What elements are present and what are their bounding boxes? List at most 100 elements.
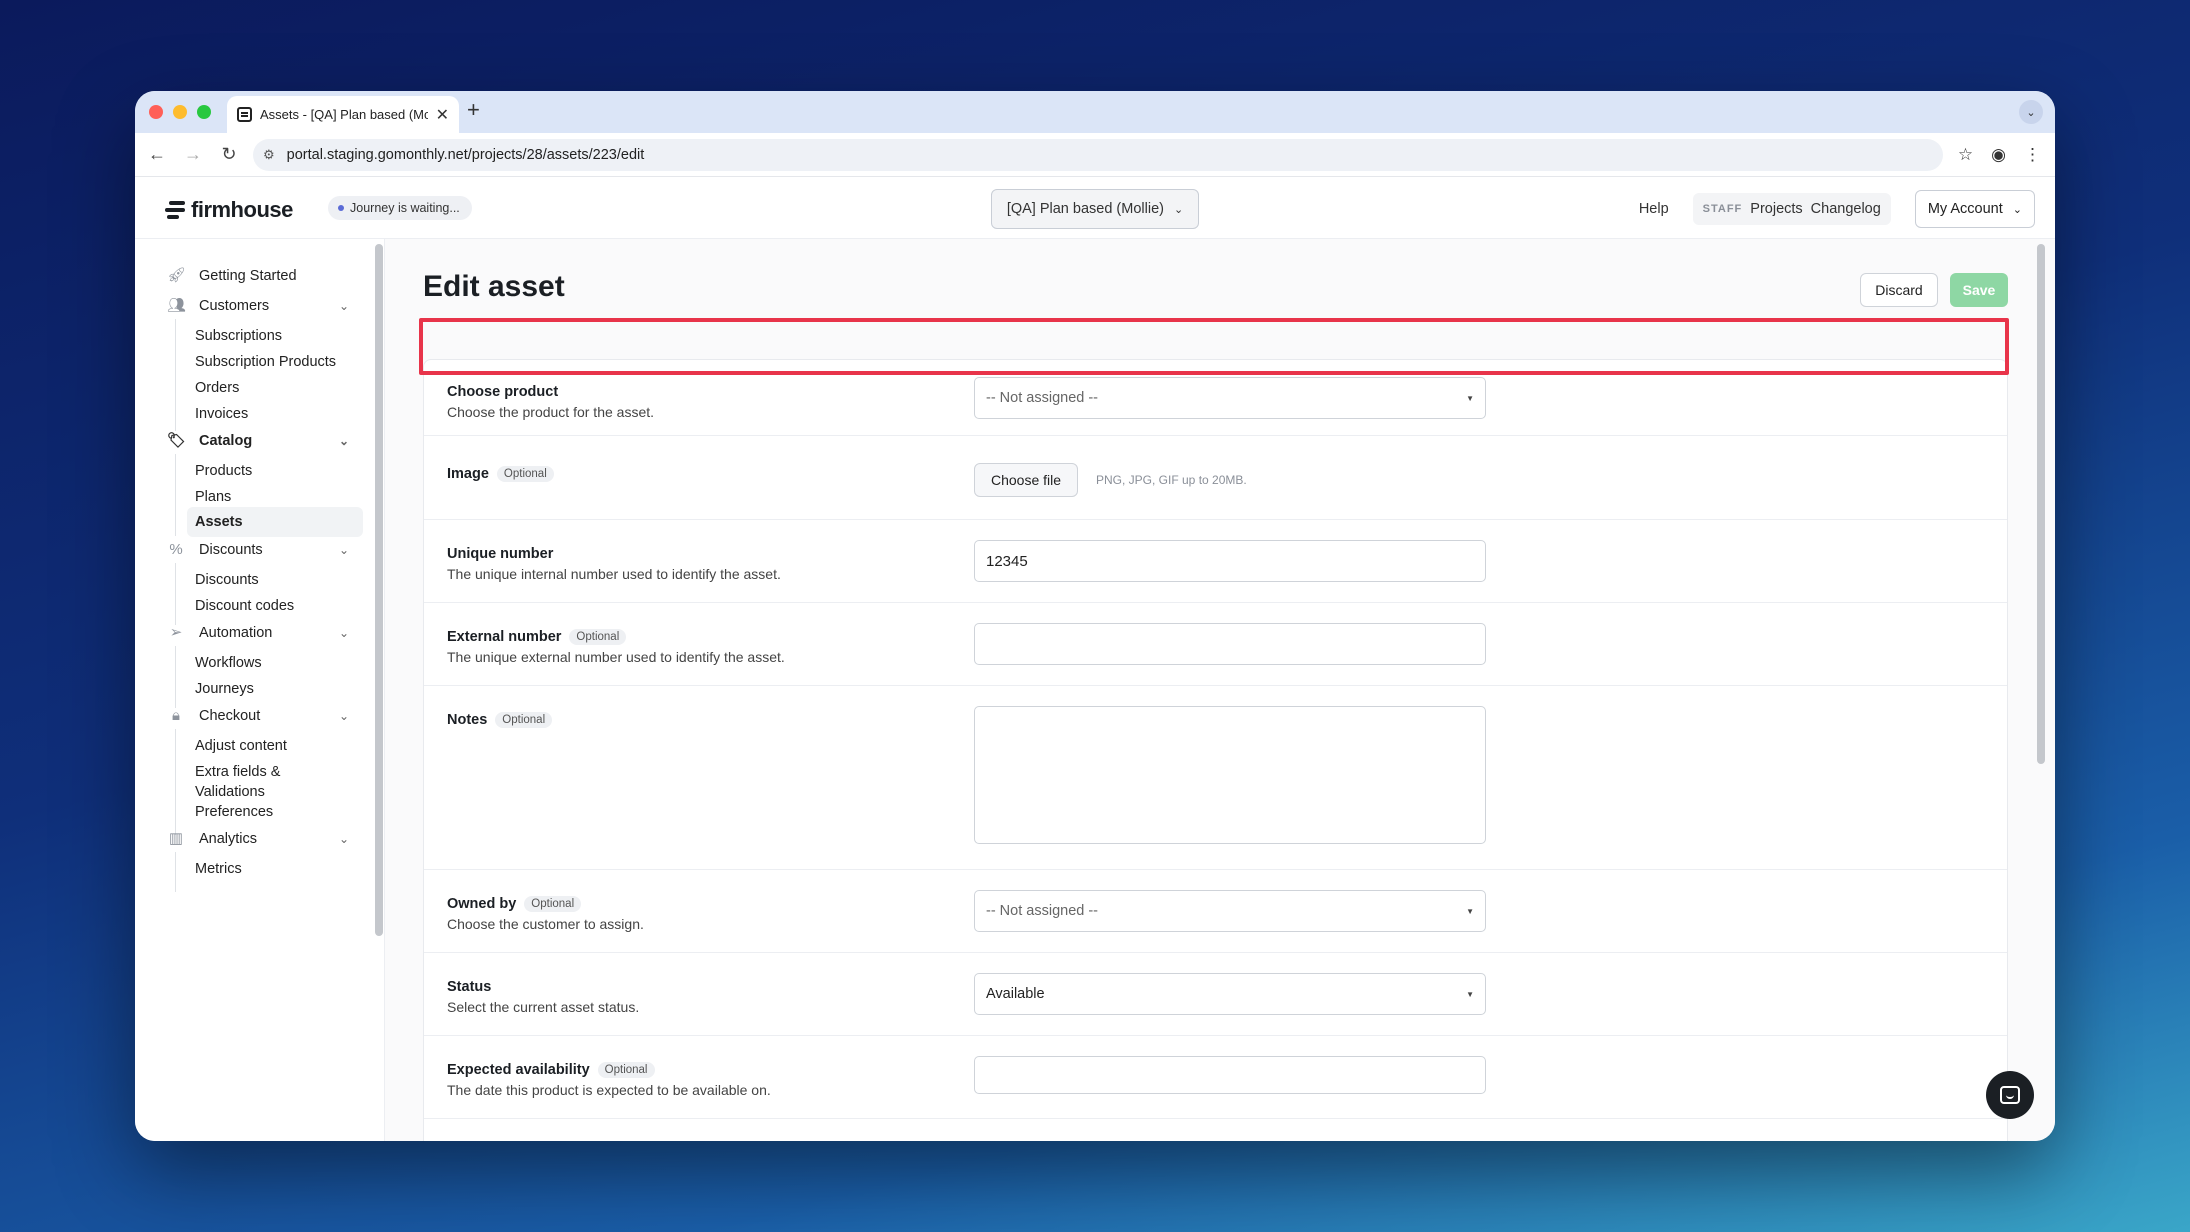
status-label: Status [447,979,492,995]
notes-textarea[interactable] [974,706,1486,844]
sidebar-item-analytics[interactable]: ▥ Analytics ⌄ [167,830,349,848]
sidebar-item-metrics[interactable]: Metrics [195,859,242,879]
firmhouse-logo[interactable]: firmhouse [165,197,293,223]
select-arrow-icon: ▼ [1466,989,1474,999]
sidebar-item-subscriptions[interactable]: Subscriptions [195,326,282,346]
users-icon: 👥︎ [167,297,187,314]
close-window-button[interactable] [149,105,163,119]
unique-number-label: Unique number [447,546,554,562]
sidebar-item-products[interactable]: Products [195,461,252,481]
unique-number-input[interactable]: 12345 [974,540,1486,582]
external-number-input[interactable] [974,623,1486,665]
sidebar-item-invoices[interactable]: Invoices [195,404,248,424]
sidebar-item-checkout[interactable]: 🔒︎ Checkout ⌄ [167,707,349,725]
project-selector[interactable]: [QA] Plan based (Mollie) ⌄ [991,189,1199,229]
sidebar-item-preferences[interactable]: Preferences [195,802,273,822]
product-select-value: -- Not assigned -- [986,390,1099,406]
choose-file-button[interactable]: Choose file [974,463,1078,497]
status-select[interactable]: Available ▼ [974,973,1486,1015]
chat-launcher-button[interactable] [1986,1071,2034,1119]
maximize-window-button[interactable] [197,105,211,119]
my-account-button[interactable]: My Account ⌄ [1914,190,2035,228]
sidebar-item-label: Analytics [199,831,258,847]
browser-tab[interactable]: Assets - [QA] Plan based (Mc ✕ [227,96,459,133]
sidebar-item-extra-fields[interactable]: Extra fields & Validations [195,762,280,802]
project-selector-label: [QA] Plan based (Mollie) [1006,201,1164,217]
bookmark-star-icon[interactable]: ☆ [1958,145,1973,165]
site-settings-icon[interactable]: ⚙ [263,147,275,163]
sidebar-scrollbar[interactable] [375,244,383,936]
back-icon[interactable]: ← [139,144,175,165]
minimize-window-button[interactable] [173,105,187,119]
expected-availability-input[interactable] [974,1056,1486,1094]
discard-button[interactable]: Discard [1860,273,1938,307]
staff-links: STAFF Projects Changelog [1692,193,1891,225]
chevron-down-icon: ⌄ [2012,203,2022,216]
image-field-highlight [419,318,2009,375]
sidebar-item-workflows[interactable]: Workflows [195,653,262,673]
page-title: Edit asset [423,270,565,303]
sidebar-item-getting-started[interactable]: 🚀︎ Getting Started [167,267,349,285]
main-scrollbar[interactable] [2037,244,2045,764]
window-controls [149,105,211,119]
sidebar-item-label: Checkout [199,708,261,724]
sidebar-item-plans[interactable]: Plans [195,487,231,507]
select-arrow-icon: ▼ [1466,393,1474,403]
external-number-description: The unique external number used to ident… [447,649,785,665]
firmhouse-favicon-icon [237,107,252,122]
browser-menu-icon[interactable]: ⋮ [2024,145,2041,165]
chevron-down-icon: ⌄ [338,299,349,313]
tab-bar: Assets - [QA] Plan based (Mc ✕ + ⌄ [135,91,2055,133]
address-bar[interactable]: ⚙ portal.staging.gomonthly.net/projects/… [253,139,1943,171]
product-select[interactable]: -- Not assigned -- ▼ [974,377,1486,419]
sidebar-item-label: Getting Started [199,268,297,284]
save-button[interactable]: Save [1950,273,2008,307]
sidebar-item-assets[interactable]: Assets [187,507,363,537]
rocket-icon: 🚀︎ [167,267,187,284]
sidebar-item-adjust-content[interactable]: Adjust content [195,736,287,756]
sidebar-item-label: Extra fields & [195,764,281,780]
tag-icon: 🏷︎ [167,432,187,449]
new-tab-icon[interactable]: + [467,97,480,123]
reload-icon[interactable]: ↻ [211,144,247,165]
close-tab-icon[interactable]: ✕ [436,105,449,125]
optional-badge: Optional [495,712,553,728]
help-link[interactable]: Help [1639,201,1669,217]
lock-icon: 🔒︎ [172,707,180,724]
form-row-expected-availability: Expected availability Optional The date … [424,1036,2007,1119]
tab-title: Assets - [QA] Plan based (Mc [260,107,428,122]
owned-by-description: Choose the customer to assign. [447,916,644,932]
staff-label: STAFF [1702,203,1743,215]
unique-number-description: The unique internal number used to ident… [447,566,781,582]
chevron-down-icon: ⌄ [338,709,349,723]
firmhouse-logo-icon [165,201,185,219]
sidebar-item-journeys[interactable]: Journeys [195,679,254,699]
sidebar-item-customers[interactable]: 👥︎ Customers ⌄ [167,297,349,315]
external-number-label: External number [447,629,562,645]
sidebar-item-label: Customers [199,298,270,314]
projects-link[interactable]: Projects [1750,201,1802,217]
journey-status-badge[interactable]: Journey is waiting... [328,196,472,220]
profile-icon[interactable]: ◉ [1991,145,2006,165]
form-row-unique-number: Unique number The unique internal number… [424,520,2007,603]
tab-search-icon[interactable]: ⌄ [2019,100,2043,124]
form-row-notes: Notes Optional [424,686,2007,870]
sidebar-item-label: Catalog [199,433,253,449]
changelog-link[interactable]: Changelog [1811,201,1881,217]
sidebar-item-discounts-list[interactable]: Discounts [195,570,259,590]
sidebar-item-catalog[interactable]: 🏷︎ Catalog ⌄ [167,432,349,450]
paper-plane-icon: ➢ [169,624,183,641]
sidebar-item-subscription-products[interactable]: Subscription Products [195,352,336,372]
browser-toolbar: ← → ↻ ⚙ portal.staging.gomonthly.net/pro… [135,133,2055,177]
sidebar-item-discount-codes[interactable]: Discount codes [195,596,294,616]
expected-availability-label-group: Expected availability Optional [447,1062,655,1078]
sidebar-item-automation[interactable]: ➢ Automation ⌄ [167,624,349,642]
chevron-down-icon: ⌄ [338,626,349,640]
sidebar: 🚀︎ Getting Started 👥︎ Customers ⌄ Subscript… [135,239,385,1141]
sidebar-item-discounts[interactable]: % Discounts ⌄ [167,541,349,559]
sidebar-item-orders[interactable]: Orders [195,378,239,398]
forward-icon[interactable]: → [175,144,211,165]
image-label: Image [447,466,489,482]
owned-by-select[interactable]: -- Not assigned -- ▼ [974,890,1486,932]
owned-by-select-value: -- Not assigned -- [986,903,1099,919]
